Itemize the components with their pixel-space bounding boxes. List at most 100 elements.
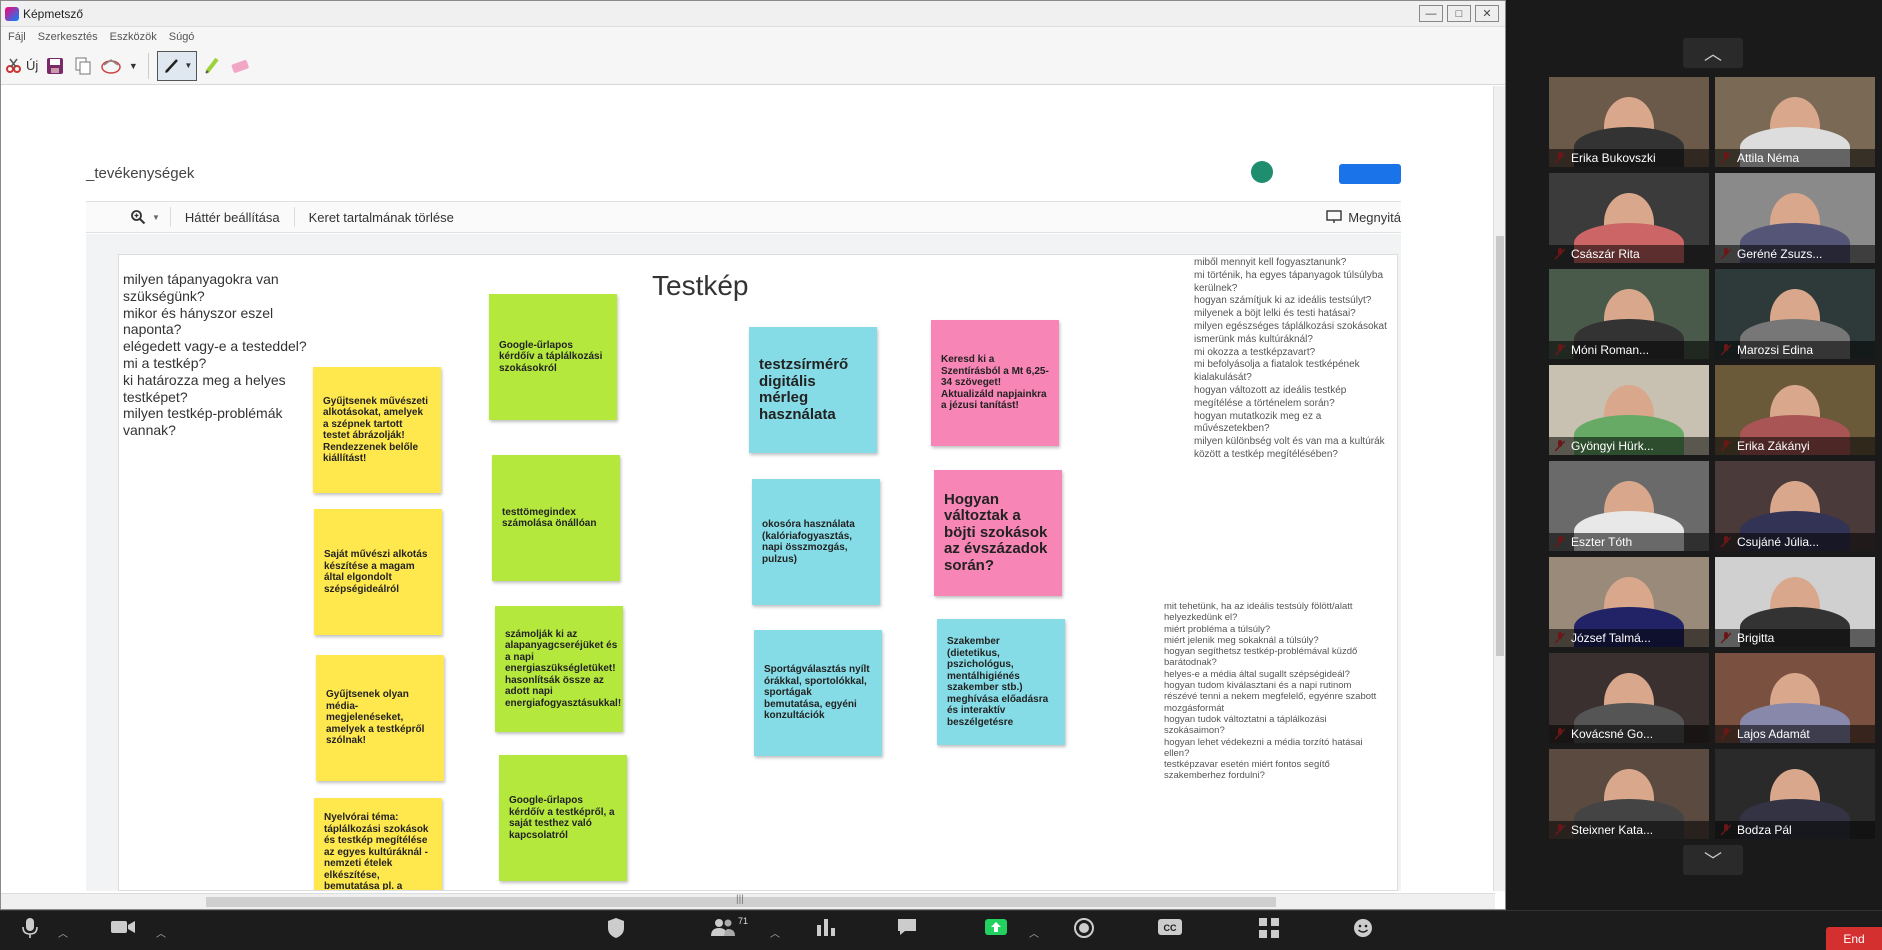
sticky-note-cyan-4: Szakember (dietetikus, pszichológus, men…	[937, 619, 1065, 745]
sticky-note-yellow-4: Nyelvórai téma: táplálkozási szokások és…	[314, 798, 442, 891]
note-text: Google-űrlapos kérdőív a testképről, a s…	[509, 795, 615, 841]
video-camera-icon	[111, 921, 135, 933]
participant-name: Móni Roman...	[1549, 341, 1709, 359]
menu-edit[interactable]: Szerkesztés	[38, 31, 98, 43]
copy-button[interactable]	[70, 51, 96, 81]
close-button[interactable]: ✕	[1475, 5, 1499, 22]
sticky-note-pink-1: Keresd ki a Szentírásból a Mt 6,25-34 sz…	[931, 320, 1059, 446]
reactions-button[interactable]	[1352, 917, 1374, 939]
note-text: Keresd ki a Szentírásból a Mt 6,25-34 sz…	[941, 354, 1049, 412]
participant-tile[interactable]: Lajos Adamát	[1715, 653, 1875, 743]
participant-name: Steixner Kata...	[1549, 821, 1709, 839]
zoom-dropdown-icon: ▼	[152, 212, 160, 222]
participant-tile[interactable]: Attila Néma	[1715, 77, 1875, 167]
share-options-icon[interactable]: ︿	[1029, 925, 1039, 940]
participant-gallery: Erika Bukovszki Attila Néma Császár Rita Ge…	[1545, 40, 1880, 885]
send-dropdown[interactable]: ▼	[126, 51, 140, 81]
participant-name: Erika Bukovszki	[1549, 149, 1709, 167]
eraser-button[interactable]	[227, 51, 253, 81]
note-text: testtömegindex számolása önállóan	[502, 506, 597, 530]
menu-tools[interactable]: Eszközök	[110, 31, 157, 43]
shield-icon	[608, 918, 624, 938]
minimize-button[interactable]: —	[1419, 5, 1443, 22]
scroll-thumb[interactable]	[1496, 236, 1504, 656]
menu-file[interactable]: Fájl	[8, 31, 26, 43]
note-text: testzsírmérő digitális mérleg használata	[759, 356, 849, 423]
slide-title: Testkép	[652, 270, 749, 301]
menu-help[interactable]: Súgó	[169, 31, 195, 43]
presentation-title: _tevékenységek	[86, 165, 195, 182]
chat-button[interactable]	[896, 917, 918, 937]
grid-icon	[1259, 918, 1279, 938]
sticky-note-cyan-3: Sportágválasztás nyílt órákkal, sportoló…	[754, 630, 882, 756]
participant-name: Lajos Adamát	[1715, 725, 1875, 743]
meeting-controls: ︿ ︿ 71 ︿ ︿ CC End	[0, 910, 1882, 950]
share-screen-button[interactable]	[984, 917, 1008, 937]
record-button[interactable]	[1073, 917, 1095, 939]
sticky-note-cyan-2: okosóra használata (kalóriafogyasztás, n…	[752, 479, 880, 605]
maximize-button[interactable]: □	[1447, 5, 1471, 22]
participant-tile[interactable]: Steixner Kata...	[1549, 749, 1709, 839]
vertical-scrollbar[interactable]	[1493, 86, 1505, 891]
record-icon	[1074, 918, 1094, 938]
video-options-icon[interactable]: ︿	[156, 925, 166, 940]
note-text: Nyelvórai téma: táplálkozási szokások és…	[324, 812, 429, 891]
note-text: számolják ki az alapanyagcseréjüket és a…	[505, 628, 622, 709]
end-meeting-button[interactable]: End	[1826, 927, 1882, 950]
participant-name: Erika Zákányi	[1715, 437, 1875, 455]
scissors-icon	[6, 58, 21, 73]
bar-chart-icon	[817, 919, 835, 936]
chat-bubble-icon	[898, 919, 916, 935]
note-text: Google-űrlapos kérdőív a táplálkozási sz…	[499, 339, 603, 374]
participant-tile[interactable]: Marozsi Edina	[1715, 269, 1875, 359]
note-text: Gyűjtsenek művészeti alkotásokat, amelye…	[323, 395, 429, 465]
user-avatar	[1251, 161, 1273, 183]
participant-tile[interactable]: Geréné Zsuzs...	[1715, 173, 1875, 263]
new-label: Új	[26, 58, 39, 73]
participant-tile[interactable]: Bodza Pál	[1715, 749, 1875, 839]
participant-name: Császár Rita	[1549, 245, 1709, 263]
save-button[interactable]	[42, 51, 68, 81]
pen-tool-button[interactable]: ▼	[157, 50, 198, 81]
participant-tile[interactable]: Brigitta	[1715, 557, 1875, 647]
send-button[interactable]	[98, 51, 124, 81]
participants-options-icon[interactable]: ︿	[770, 925, 780, 940]
highlighter-button[interactable]	[199, 51, 225, 81]
participant-tile[interactable]: József Talmá...	[1549, 557, 1709, 647]
note-text: Saját művészi alkotás készítése a magam …	[324, 549, 428, 595]
background-setting: Háttér beállítása	[184, 209, 280, 225]
clear-frame: Keret tartalmának törlése	[308, 209, 454, 225]
participant-tile[interactable]: Gyöngyi Hürk...	[1549, 365, 1709, 455]
participant-tile[interactable]: Erika Bukovszki	[1549, 77, 1709, 167]
participant-tile[interactable]: Eszter Tóth	[1549, 461, 1709, 551]
participant-name: Marozsi Edina	[1715, 341, 1875, 359]
snip-toolbar: Új ▼ ▼	[1, 47, 1505, 85]
share-screen-icon	[985, 919, 1007, 935]
security-button[interactable]	[606, 917, 626, 939]
participant-tile[interactable]: Móni Roman...	[1549, 269, 1709, 359]
participant-tile[interactable]: Császár Rita	[1549, 173, 1709, 263]
slides-toolbar: ▼ Háttér beállítása Keret tartalmának tö…	[86, 201, 1401, 233]
breakout-rooms-button[interactable]	[1258, 917, 1280, 939]
participants-button[interactable]: 71	[710, 916, 748, 937]
smiley-icon	[1354, 919, 1372, 937]
slides-header: _tevékenységek	[86, 161, 1401, 201]
horizontal-scrollbar[interactable]: |||	[1, 893, 1495, 909]
copy-icon	[75, 57, 91, 74]
note-text: Sportágválasztás nyílt órákkal, sportoló…	[764, 664, 870, 722]
participant-tile[interactable]: Csujáné Júlia...	[1715, 461, 1875, 551]
audio-options-icon[interactable]: ︿	[58, 925, 68, 940]
participant-name: Brigitta	[1715, 629, 1875, 647]
sticky-note-green-2: testtömegindex számolása önállóan	[492, 455, 620, 581]
participant-tile[interactable]: Kovácsné Go...	[1549, 653, 1709, 743]
new-snip-button[interactable]: Új	[3, 51, 40, 81]
video-button[interactable]	[110, 917, 136, 937]
slide: Testkép milyen tápanyagokra van szükségü…	[118, 254, 1398, 891]
pen-dropdown-icon[interactable]: ▼	[184, 61, 192, 70]
participant-tile[interactable]: Erika Zákányi	[1715, 365, 1875, 455]
mute-button[interactable]	[20, 917, 40, 939]
polls-button[interactable]	[815, 917, 837, 937]
closed-caption-button[interactable]: CC	[1157, 917, 1183, 937]
note-text: okosóra használata (kalóriafogyasztás, n…	[762, 519, 855, 565]
note-text: Hogyan változtak a böjti szokások az évs…	[944, 490, 1048, 574]
